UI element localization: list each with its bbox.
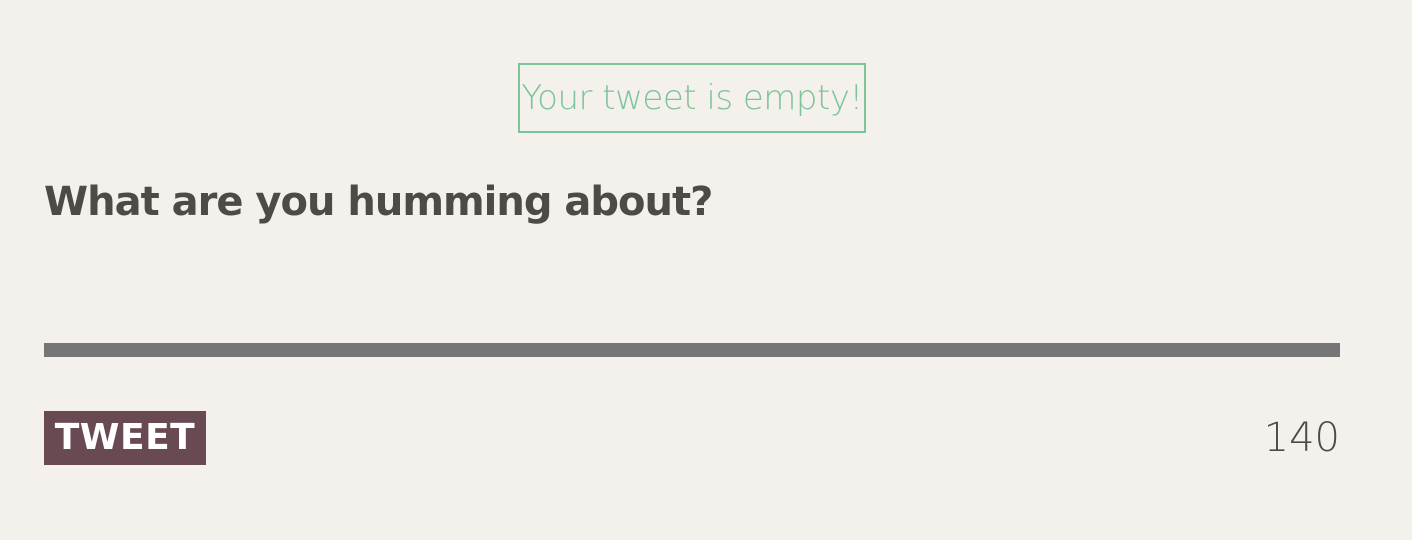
alert-message: Your tweet is empty! xyxy=(521,78,863,118)
character-counter: 140 xyxy=(1263,415,1340,461)
tweet-button[interactable]: TWEET xyxy=(44,411,206,465)
input-underline xyxy=(44,343,1340,357)
empty-tweet-alert: Your tweet is empty! xyxy=(518,63,866,133)
composer-prompt: What are you humming about? xyxy=(44,179,713,225)
tweet-input[interactable] xyxy=(44,240,1340,343)
